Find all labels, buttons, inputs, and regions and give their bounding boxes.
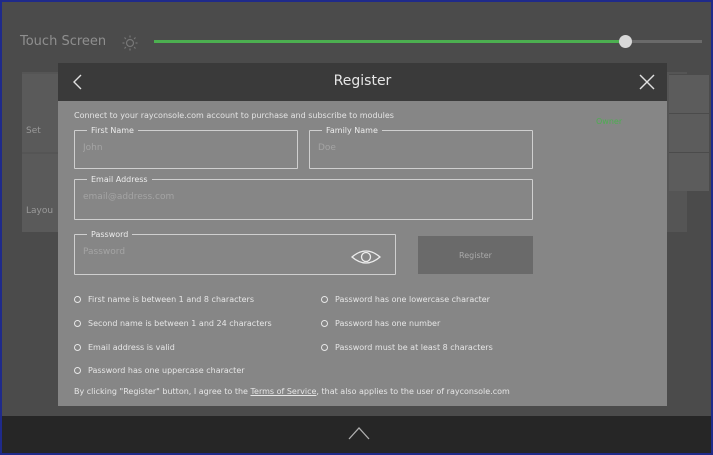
requirement-status-icon xyxy=(74,296,81,303)
brightness-slider-fill xyxy=(154,40,626,43)
terms-prefix: By clicking "Register" button, I agree t… xyxy=(74,387,251,396)
background-row xyxy=(669,113,709,152)
dialog-title: Register xyxy=(333,73,392,89)
requirement-status-icon xyxy=(74,367,81,374)
bottom-bar xyxy=(2,416,711,453)
requirement-text: Password has one number xyxy=(335,319,441,328)
requirement-text: Email address is valid xyxy=(88,343,175,352)
requirement-status-icon xyxy=(321,344,328,351)
requirement-item: Password has one lowercase character xyxy=(321,295,490,304)
email-legend: Email Address xyxy=(91,175,148,184)
requirement-item: Password has one number xyxy=(321,319,440,328)
background-row xyxy=(669,74,709,113)
email-input[interactable] xyxy=(83,192,524,202)
register-dialog: Register Connect to your rayconsole.com … xyxy=(58,63,667,406)
password-field[interactable]: Password xyxy=(74,230,396,275)
requirement-text: Password must be at least 8 characters xyxy=(335,343,493,352)
family-name-field[interactable]: Family Name xyxy=(309,126,533,169)
terms-notice: By clicking "Register" button, I agree t… xyxy=(74,387,510,396)
requirement-status-icon xyxy=(321,320,328,327)
password-input[interactable] xyxy=(83,247,323,257)
email-field[interactable]: Email Address xyxy=(74,175,533,220)
settings-tile-label: Set xyxy=(26,126,41,136)
requirement-item: Password must be at least 8 characters xyxy=(321,343,493,352)
brightness-slider[interactable] xyxy=(154,35,702,48)
requirement-item: Password has one uppercase character xyxy=(74,366,245,375)
requirement-item: First name is between 1 and 8 characters xyxy=(74,295,254,304)
first-name-field[interactable]: First Name xyxy=(74,126,298,169)
touch-screen-label: Touch Screen xyxy=(20,34,107,49)
requirement-status-icon xyxy=(74,320,81,327)
password-legend: Password xyxy=(91,230,129,239)
owner-label: Owner xyxy=(596,117,623,126)
requirement-text: Password has one uppercase character xyxy=(88,366,245,375)
background-row xyxy=(669,152,709,191)
requirement-status-icon xyxy=(74,344,81,351)
requirement-item: Email address is valid xyxy=(74,343,175,352)
brightness-icon xyxy=(122,35,138,51)
terms-suffix: , that also applies to the user of rayco… xyxy=(316,387,510,396)
requirement-text: Second name is between 1 and 24 characte… xyxy=(88,319,272,328)
brightness-slider-handle[interactable] xyxy=(619,35,633,48)
family-name-input[interactable] xyxy=(318,143,524,153)
chevron-up-icon[interactable] xyxy=(348,426,370,440)
first-name-legend: First Name xyxy=(91,126,134,135)
dialog-header: Register xyxy=(58,63,667,101)
requirement-text: Password has one lowercase character xyxy=(335,295,490,304)
requirement-item: Second name is between 1 and 24 characte… xyxy=(74,319,272,328)
layout-tile-label: Layou xyxy=(26,206,54,216)
requirement-text: First name is between 1 and 8 characters xyxy=(88,295,255,304)
close-icon[interactable] xyxy=(637,72,657,92)
first-name-input[interactable] xyxy=(83,143,289,153)
requirement-status-icon xyxy=(321,296,328,303)
terms-of-service-link[interactable]: Terms of Service xyxy=(251,387,317,396)
dialog-subtitle: Connect to your rayconsole.com account t… xyxy=(74,111,394,120)
show-password-icon[interactable] xyxy=(351,247,381,267)
family-name-legend: Family Name xyxy=(326,126,378,135)
register-button[interactable]: Register xyxy=(418,236,533,274)
